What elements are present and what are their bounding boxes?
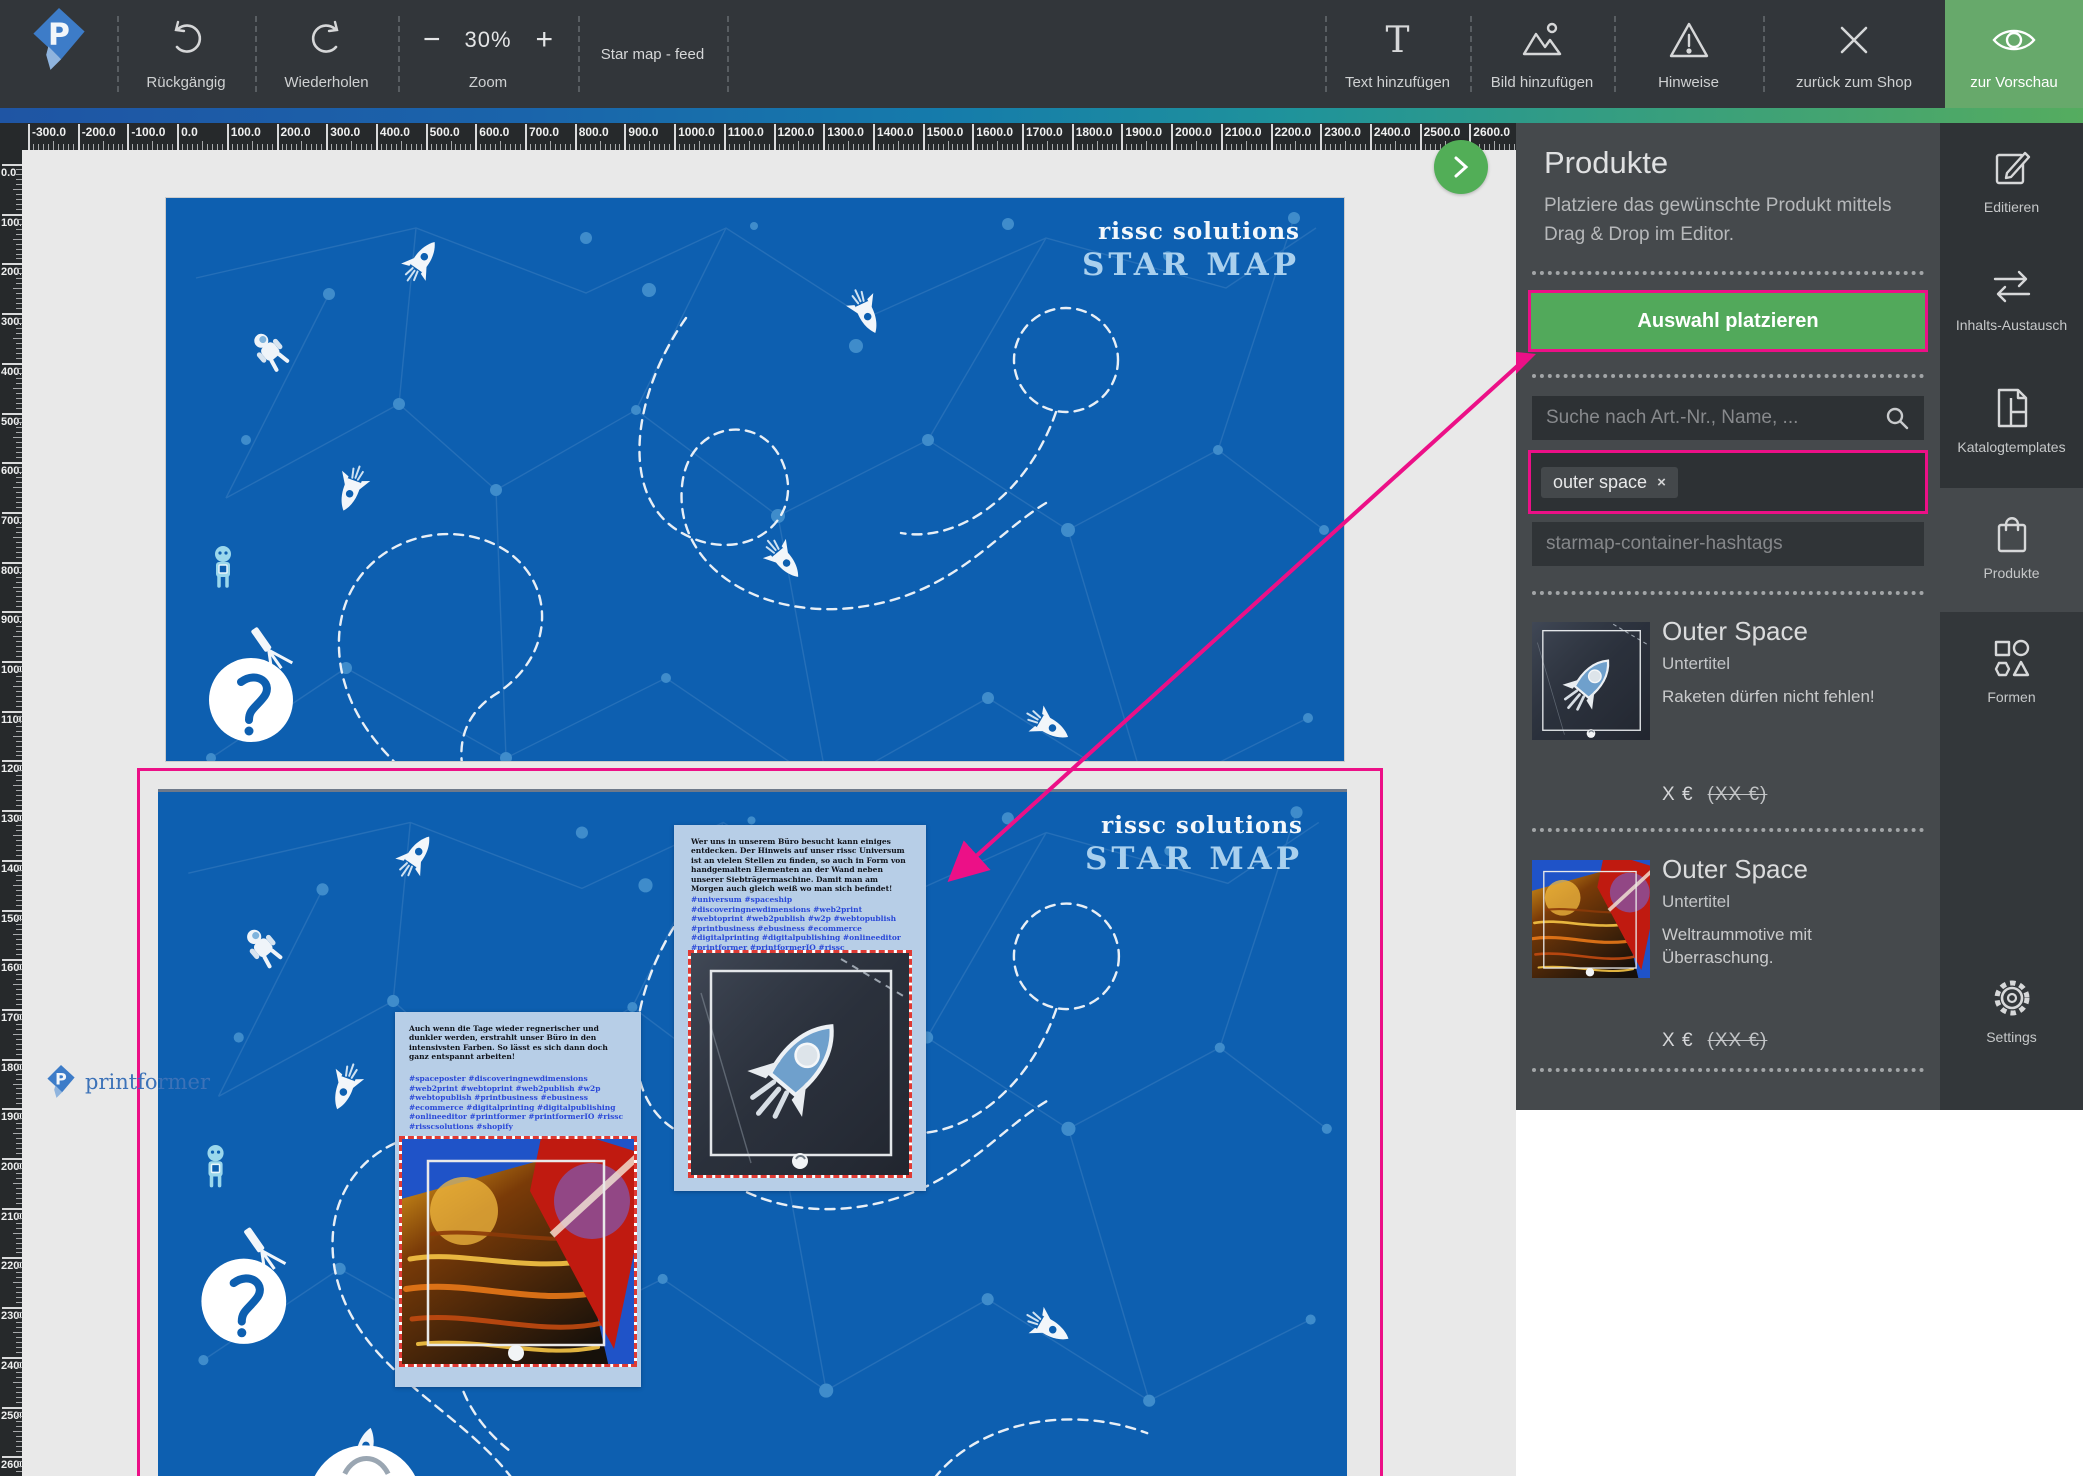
poster-brand: rissc solutions STAR MAP — [1085, 812, 1303, 877]
selected-artboard[interactable]: rissc solutions STAR MAP Wer uns in unse… — [137, 768, 1383, 1476]
add-image-button[interactable]: Bild hinzufügen — [1470, 0, 1614, 108]
sidebar-item-inhalts-austausch[interactable]: Inhalts-Austausch — [1940, 263, 2083, 333]
dotted-separator — [1532, 591, 1924, 595]
image-icon — [1470, 14, 1614, 66]
note-card-posters[interactable]: Auch wenn die Tage wieder regnerischer u… — [395, 1012, 641, 1387]
product-title: Outer Space — [1662, 616, 1808, 647]
place-selection-button[interactable]: Auswahl platzieren — [1528, 290, 1928, 352]
tools-sidebar: Editieren Inhalts-Austausch Katalogtempl… — [1940, 123, 2083, 1110]
note-hashtags: #spaceposter #discoveringnewdimensions #… — [409, 1074, 627, 1132]
add-text-button[interactable]: T Text hinzufügen — [1325, 0, 1470, 108]
panel-title: Produkte — [1544, 145, 1668, 181]
products-panel: Produkte Platziere das gewünschte Produk… — [1516, 123, 1940, 1110]
placed-image-rocket[interactable] — [688, 950, 912, 1178]
product-list-item[interactable]: Outer Space Untertitel Raketen dürfen ni… — [1516, 622, 1940, 828]
undo-icon — [117, 14, 255, 66]
tag-label: outer space — [1553, 472, 1647, 493]
printformer-logo[interactable] — [14, 0, 104, 108]
product-list-item[interactable]: Outer Space Untertitel Weltraummotive mi… — [1516, 860, 1940, 1060]
color-poster-image — [402, 1139, 634, 1364]
sidebar-item-katalogtemplates[interactable]: Katalogtemplates — [1940, 385, 2083, 455]
printformer-logo-icon — [14, 14, 104, 66]
document-title: Star map - feed — [578, 0, 727, 108]
zoom-out-button[interactable]: − — [423, 29, 441, 51]
sidebar-item-editieren[interactable]: Editieren — [1940, 145, 2083, 215]
color-poster-thumb — [1532, 860, 1650, 978]
note-text: Wer uns in unserem Büro besucht kann ein… — [691, 837, 909, 893]
chalk-rocket-image — [691, 953, 909, 1175]
product-subtitle: Untertitel — [1662, 892, 1730, 912]
shopping-bag-icon — [1940, 511, 2083, 557]
gear-icon — [1940, 975, 2083, 1021]
poster-brand-line1: rissc solutions — [1085, 812, 1303, 839]
swap-arrows-icon — [1940, 263, 2083, 309]
placed-image-posters[interactable] — [399, 1136, 637, 1367]
tag-chip[interactable]: outer space × — [1541, 467, 1678, 498]
zoom-control: − 30% + Zoom — [398, 0, 578, 108]
sidebar-item-produkte[interactable]: Produkte — [1940, 511, 2083, 581]
horizontal-ruler: -300.0-200.0-100.00.0100.0200.0300.0400.… — [22, 123, 1516, 150]
poster-brand-line2: STAR MAP — [1082, 247, 1300, 283]
product-description: Weltraummotive mit Überraschung. — [1662, 924, 1922, 970]
dotted-separator — [1532, 1068, 1924, 1072]
product-search-input[interactable]: Suche nach Art.-Nr., Name, ... — [1532, 396, 1924, 440]
warning-icon — [1614, 14, 1763, 66]
poster-brand-line2: STAR MAP — [1085, 841, 1303, 877]
edit-icon — [1940, 145, 2083, 191]
preview-button[interactable]: zur Vorschau — [1945, 0, 2083, 108]
poster-page-top[interactable]: rissc solutions STAR MAP — [166, 198, 1344, 761]
redo-icon — [255, 14, 398, 66]
ruler-corner — [0, 123, 22, 150]
chevron-right-icon — [1450, 154, 1472, 180]
dotted-separator — [1532, 828, 1924, 832]
product-old-price: (XX €) — [1708, 1030, 1768, 1051]
zoom-in-button[interactable]: + — [536, 29, 554, 51]
search-icon[interactable] — [1884, 405, 1910, 431]
close-icon — [1763, 14, 1945, 66]
zoom-value: 30% — [464, 27, 511, 53]
note-text: Auch wenn die Tage wieder regnerischer u… — [409, 1024, 627, 1062]
poster-brand-line1: rissc solutions — [1082, 218, 1300, 245]
search-placeholder: Suche nach Art.-Nr., Name, ... — [1546, 407, 1884, 429]
editor-canvas[interactable]: rissc solutions STAR MAP rissc solutions… — [22, 150, 1516, 1476]
printformer-editor: { "toolbar": { "undo": "Rückgängig", "re… — [0, 0, 2083, 1476]
panel-collapse-button[interactable] — [1434, 140, 1488, 194]
product-description: Raketen dürfen nicht fehlen! — [1662, 686, 1922, 709]
undo-button[interactable]: Rückgängig — [117, 0, 255, 108]
printformer-wordmark: printformer — [85, 1070, 210, 1094]
product-thumbnail[interactable] — [1532, 860, 1650, 978]
eye-icon — [1945, 14, 2083, 66]
back-to-shop-button[interactable]: zurück zum Shop — [1763, 0, 1945, 108]
product-price: X €(XX €) — [1662, 1030, 1767, 1052]
note-card-rocket[interactable]: Wer uns in unserem Büro besucht kann ein… — [674, 825, 926, 1191]
panel-description: Platziere das gewünschte Produkt mittels… — [1544, 191, 1919, 250]
top-toolbar: Rückgängig Wiederholen − 30% + Zoom Star… — [0, 0, 2083, 108]
poster-brand: rissc solutions STAR MAP — [1082, 218, 1300, 283]
redo-button[interactable]: Wiederholen — [255, 0, 398, 108]
product-thumbnail[interactable] — [1532, 622, 1650, 740]
sidebar-item-formen[interactable]: Formen — [1940, 635, 2083, 705]
tag-filter-field[interactable]: outer space × — [1528, 450, 1928, 514]
dotted-separator — [1532, 374, 1924, 378]
product-old-price: (XX €) — [1708, 784, 1768, 805]
sidebar-item-settings[interactable]: Settings — [1940, 975, 2083, 1045]
dotted-separator — [1532, 271, 1924, 275]
tag-remove-icon[interactable]: × — [1657, 474, 1666, 491]
chalk-rocket-thumb — [1532, 622, 1650, 740]
hints-button[interactable]: Hinweise — [1614, 0, 1763, 108]
shapes-icon — [1940, 635, 2083, 681]
product-price: X €(XX €) — [1662, 784, 1767, 806]
toolbar-divider — [727, 16, 729, 92]
hashtag-container-label: starmap-container-hashtags — [1546, 533, 1783, 555]
printformer-watermark: printformer — [47, 1065, 210, 1099]
vertical-ruler: 0.0100.0200.0300.0400.0500.0600.0700.080… — [0, 150, 22, 1476]
text-icon: T — [1325, 14, 1470, 66]
catalog-template-icon — [1940, 385, 2083, 431]
product-title: Outer Space — [1662, 854, 1808, 885]
printformer-icon — [47, 1065, 75, 1099]
hashtag-container-field[interactable]: starmap-container-hashtags — [1532, 522, 1924, 566]
brand-gradient-bar — [0, 108, 2083, 123]
product-subtitle: Untertitel — [1662, 654, 1730, 674]
poster-page-bottom[interactable]: rissc solutions STAR MAP Wer uns in unse… — [158, 792, 1347, 1476]
